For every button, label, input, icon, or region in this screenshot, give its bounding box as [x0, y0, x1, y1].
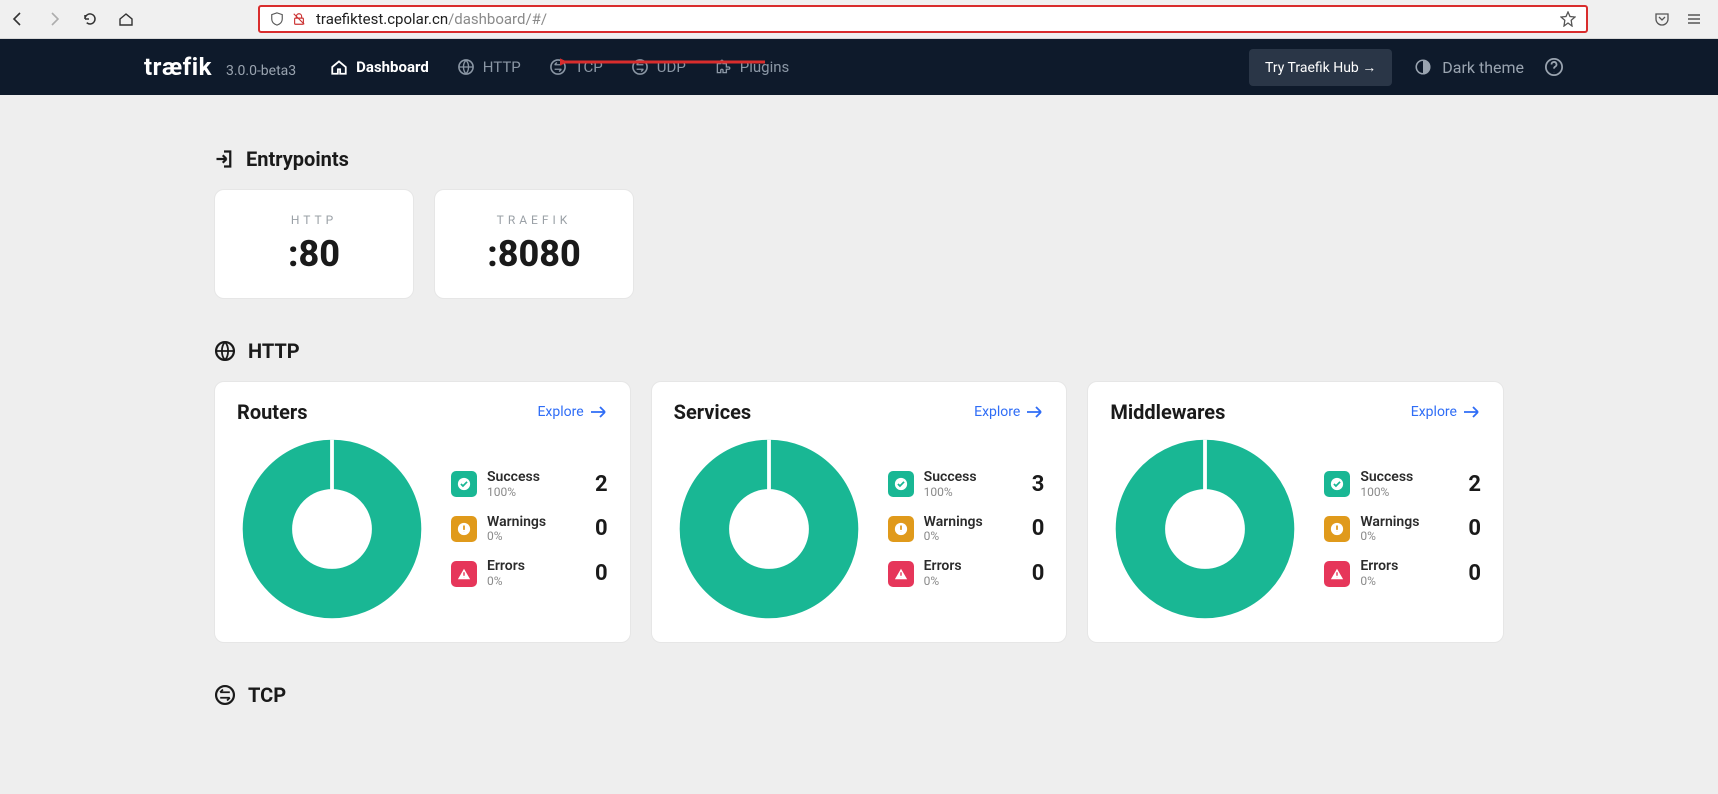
- check-icon: [451, 471, 477, 497]
- stat-count: 0: [1032, 516, 1045, 541]
- card-services: Services Explore Success100% 3: [651, 381, 1068, 643]
- stat-warnings[interactable]: Warnings0% 0: [1324, 515, 1481, 544]
- stat-success[interactable]: Success100% 3: [888, 470, 1045, 499]
- error-icon: [1324, 561, 1350, 587]
- stat-warnings[interactable]: Warnings0% 0: [888, 515, 1045, 544]
- pocket-icon[interactable]: [1654, 11, 1670, 27]
- address-bar[interactable]: traefiktest.cpolar.cn/dashboard/#/: [258, 5, 1588, 33]
- browser-toolbar: traefiktest.cpolar.cn/dashboard/#/: [0, 0, 1718, 39]
- stat-errors[interactable]: Errors0% 0: [451, 559, 608, 588]
- section-tcp: TCP: [214, 683, 1504, 707]
- nav-label: Dashboard: [356, 58, 429, 76]
- stat-success[interactable]: Success100% 2: [451, 470, 608, 499]
- stat-count: 0: [1468, 516, 1481, 541]
- lock-strike-icon: [292, 12, 306, 26]
- forward-icon[interactable]: [46, 11, 62, 27]
- entrypoint-card: HTTP :80: [214, 189, 414, 299]
- annotation-arrow: [560, 48, 770, 76]
- browser-nav-buttons: [10, 11, 134, 27]
- card-middlewares: Middlewares Explore Success100% 2: [1087, 381, 1504, 643]
- entrypoint-port: :80: [288, 233, 340, 275]
- section-title-label: TCP: [248, 683, 286, 707]
- card-routers: Routers Explore Success100% 2: [214, 381, 631, 643]
- entrypoint-label: HTTP: [291, 213, 337, 227]
- version-label: 3.0.0-beta3: [226, 63, 296, 79]
- brand-logo: træfik: [144, 53, 212, 81]
- try-hub-button[interactable]: Try Traefik Hub →: [1249, 49, 1392, 86]
- check-icon: [888, 471, 914, 497]
- bookmark-star-icon[interactable]: [1560, 11, 1576, 27]
- theme-label: Dark theme: [1442, 58, 1524, 77]
- card-title: Routers: [237, 400, 307, 424]
- alert-icon: [888, 516, 914, 542]
- donut-chart: [237, 434, 427, 624]
- address-text: traefiktest.cpolar.cn/dashboard/#/: [316, 10, 547, 28]
- error-icon: [888, 561, 914, 587]
- stat-count: 0: [595, 561, 608, 586]
- entrypoint-card: TRAEFIK :8080: [434, 189, 634, 299]
- alert-icon: [451, 516, 477, 542]
- nav-http[interactable]: HTTP: [457, 58, 521, 76]
- stat-errors[interactable]: Errors0% 0: [888, 559, 1045, 588]
- menu-icon[interactable]: [1686, 11, 1702, 27]
- alert-icon: [1324, 516, 1350, 542]
- explore-link[interactable]: Explore: [974, 404, 1044, 420]
- section-title-label: Entrypoints: [246, 147, 349, 171]
- browser-right-icons: [1654, 11, 1702, 27]
- section-title-label: HTTP: [248, 339, 300, 363]
- app-header: træfik 3.0.0-beta3 Dashboard HTTP TCP UD…: [0, 39, 1718, 95]
- home-icon[interactable]: [118, 11, 134, 27]
- stat-count: 0: [595, 516, 608, 541]
- refresh-icon[interactable]: [82, 11, 98, 27]
- stat-count: 0: [1468, 561, 1481, 586]
- globe-icon: [214, 340, 236, 362]
- nav-label: HTTP: [483, 58, 521, 76]
- entrypoint-port: :8080: [487, 233, 581, 275]
- home-icon: [330, 58, 348, 76]
- help-icon[interactable]: [1544, 57, 1564, 77]
- shield-icon: [270, 12, 284, 26]
- back-icon[interactable]: [10, 11, 26, 27]
- check-icon: [1324, 471, 1350, 497]
- entrypoint-label: TRAEFIK: [497, 213, 572, 227]
- donut-chart: [1110, 434, 1300, 624]
- card-title: Middlewares: [1110, 400, 1225, 424]
- stat-success[interactable]: Success100% 2: [1324, 470, 1481, 499]
- donut-chart: [674, 434, 864, 624]
- globe-icon: [457, 58, 475, 76]
- swap-icon: [214, 684, 236, 706]
- nav-dashboard[interactable]: Dashboard: [330, 58, 429, 76]
- stat-count: 0: [1032, 561, 1045, 586]
- stat-warnings[interactable]: Warnings0% 0: [451, 515, 608, 544]
- stat-count: 3: [1032, 472, 1045, 497]
- stat-count: 2: [1468, 472, 1481, 497]
- stat-errors[interactable]: Errors0% 0: [1324, 559, 1481, 588]
- error-icon: [451, 561, 477, 587]
- theme-toggle[interactable]: Dark theme: [1414, 58, 1524, 77]
- explore-link[interactable]: Explore: [537, 404, 607, 420]
- login-icon: [214, 149, 234, 169]
- section-entrypoints: Entrypoints: [214, 147, 1504, 171]
- contrast-icon: [1414, 58, 1432, 76]
- stat-count: 2: [595, 472, 608, 497]
- card-title: Services: [674, 400, 752, 424]
- explore-link[interactable]: Explore: [1411, 404, 1481, 420]
- section-http: HTTP: [214, 339, 1504, 363]
